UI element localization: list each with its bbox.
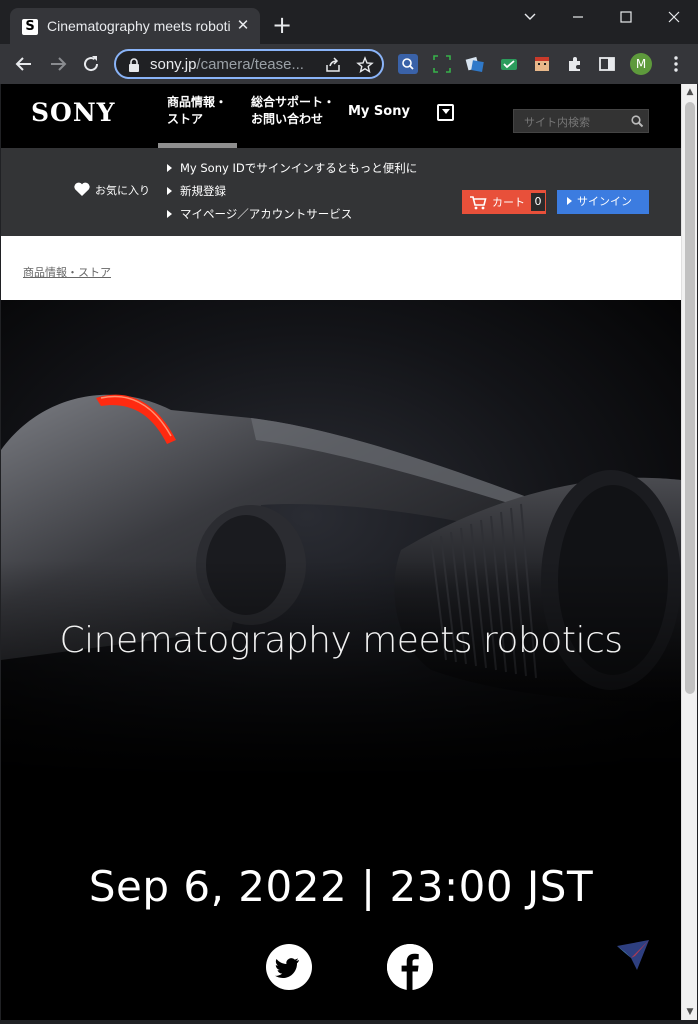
profile-avatar[interactable]: M	[630, 53, 652, 75]
watermark-logo-icon	[617, 940, 649, 970]
browser-toolbar: sony.jp/camera/tease... M	[0, 44, 698, 84]
cart-label: カート	[492, 196, 525, 209]
zoom-extension-icon[interactable]	[398, 54, 418, 74]
signin-info-link[interactable]: My Sony IDでサインインするともっと便利に	[167, 159, 417, 177]
dropdown-arrow-icon[interactable]	[437, 104, 454, 121]
heart-icon	[74, 182, 90, 196]
arrow-right-icon	[167, 187, 172, 195]
arrow-right-icon	[567, 197, 572, 205]
address-bar[interactable]: sony.jp/camera/tease...	[114, 49, 384, 79]
hero-headline: Cinematography meets robotics	[59, 620, 623, 661]
signin-button[interactable]: サインイン	[557, 190, 649, 214]
nav-products-store[interactable]: 商品情報・ ストア	[167, 94, 227, 128]
twitter-icon[interactable]	[266, 944, 312, 990]
bookmark-star-icon[interactable]	[356, 56, 374, 74]
page-viewport: SONY 商品情報・ ストア 総合サポート・ お問い合わせ My Sony お気…	[1, 84, 681, 1020]
tab-close-icon[interactable]: ✕	[235, 17, 251, 33]
forward-icon[interactable]	[46, 52, 70, 76]
share-icon[interactable]	[324, 56, 342, 74]
facebook-icon[interactable]	[387, 944, 433, 990]
arrow-right-icon	[167, 164, 172, 172]
user-bar: お気に入り My Sony IDでサインインするともっと便利に 新規登録 マイペ…	[1, 148, 681, 236]
more-menu-icon[interactable]	[666, 54, 686, 74]
hero-section: Cinematography meets robotics Sep 6, 202…	[1, 300, 681, 1020]
scrollbar-thumb[interactable]	[685, 102, 695, 694]
minimize-icon[interactable]	[566, 6, 590, 28]
nav-support[interactable]: 総合サポート・ お問い合わせ	[251, 94, 335, 128]
breadcrumb-link[interactable]: 商品情報・ストア	[23, 264, 111, 280]
sony-favicon-icon: S	[22, 19, 38, 35]
maximize-icon[interactable]	[614, 6, 638, 28]
page-scrollbar[interactable]: ▲ ▼	[681, 84, 697, 1020]
lock-icon[interactable]	[127, 57, 141, 73]
reload-icon[interactable]	[79, 52, 103, 76]
site-header: SONY 商品情報・ ストア 総合サポート・ お問い合わせ My Sony	[1, 84, 681, 148]
character-extension-icon[interactable]	[532, 54, 552, 74]
mypage-link[interactable]: マイページ／アカウントサービス	[167, 205, 352, 223]
cart-icon	[470, 196, 487, 210]
new-tab-button[interactable]: +	[270, 13, 294, 38]
browser-titlebar: S Cinematography meets robotics ✕ +	[0, 0, 698, 44]
scroll-up-arrow-icon[interactable]: ▲	[685, 87, 695, 97]
cart-count-badge: 0	[531, 193, 545, 211]
browser-tab[interactable]: S Cinematography meets robotics ✕	[10, 8, 260, 44]
mail-extension-icon[interactable]	[499, 54, 519, 74]
translate-extension-icon[interactable]	[465, 54, 485, 74]
search-icon[interactable]	[630, 114, 644, 128]
hero-camera-robot-image	[1, 300, 681, 780]
scroll-down-arrow-icon[interactable]: ▼	[685, 1007, 695, 1017]
extensions-icon[interactable]	[565, 54, 585, 74]
tab-search-icon[interactable]	[518, 6, 542, 28]
sony-logo[interactable]: SONY	[31, 98, 141, 128]
event-date: Sep 6, 2022 | 23:00 JST	[88, 862, 594, 911]
search-input[interactable]	[524, 114, 620, 130]
tab-title: Cinematography meets robotics	[47, 18, 230, 34]
nav-mysony[interactable]: My Sony	[348, 103, 410, 120]
side-panel-icon[interactable]	[597, 54, 617, 74]
screenshot-extension-icon[interactable]	[432, 54, 452, 74]
breadcrumb-area: 商品情報・ストア	[1, 236, 681, 300]
close-window-icon[interactable]	[662, 6, 686, 28]
site-search[interactable]	[513, 109, 649, 133]
cart-button[interactable]: カート 0	[462, 190, 546, 214]
back-icon[interactable]	[12, 52, 36, 76]
favorites-link[interactable]: お気に入り	[73, 181, 150, 199]
register-link[interactable]: 新規登録	[167, 182, 226, 200]
arrow-right-icon	[167, 210, 172, 218]
url-text: sony.jp/camera/tease...	[150, 56, 304, 73]
